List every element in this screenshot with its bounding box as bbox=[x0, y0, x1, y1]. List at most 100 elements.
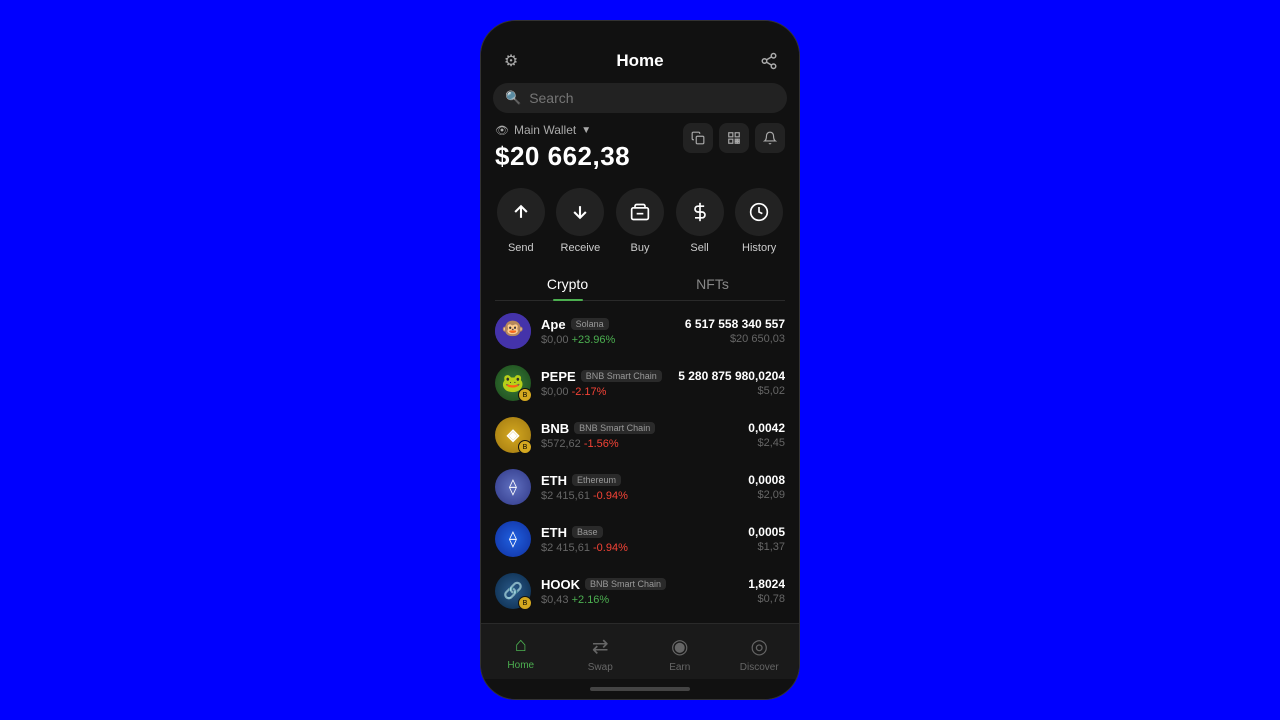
token-icon-pepe: 🐸 B bbox=[495, 365, 531, 401]
search-input[interactable] bbox=[529, 90, 775, 106]
token-list: 🐵 Ape Solana $0,00 +23.96% 6 517 558 340… bbox=[481, 301, 799, 623]
connect-icon[interactable] bbox=[755, 47, 783, 75]
list-item[interactable]: ◈ B BNB BNB Smart Chain $572,62 -1.56% 0… bbox=[481, 409, 799, 461]
dropdown-icon[interactable]: ▼ bbox=[581, 125, 591, 136]
token-icon-eth: ⟠ bbox=[495, 469, 531, 505]
token-icon-eth-base: ⟠ bbox=[495, 521, 531, 557]
token-value: $2,09 bbox=[748, 489, 785, 501]
token-name: PEPE bbox=[541, 369, 576, 384]
token-chain: Solana bbox=[571, 318, 609, 330]
earn-icon: ◉ bbox=[671, 634, 688, 659]
token-icon-ape: 🐵 bbox=[495, 313, 531, 349]
list-item[interactable]: ⟠ ETH Ethereum $2 415,61 -0.94% 0,0008 $… bbox=[481, 461, 799, 513]
buy-label: Buy bbox=[631, 242, 650, 254]
token-balance: 1,8024 bbox=[748, 577, 785, 591]
token-chain: BNB Smart Chain bbox=[581, 370, 662, 382]
eye-icon: 👁 bbox=[495, 124, 509, 137]
token-price: $572,62 -1.56% bbox=[541, 438, 738, 450]
wallet-amount: $20 662,38 bbox=[495, 141, 630, 172]
token-price: $0,00 -2.17% bbox=[541, 386, 668, 398]
sell-label: Sell bbox=[690, 242, 708, 254]
token-balance: 6 517 558 340 557 bbox=[685, 317, 785, 331]
list-item[interactable]: ⟠ ETH Base $2 415,61 -0.94% 0,0005 $1,37 bbox=[481, 513, 799, 565]
search-bar[interactable]: 🔍 bbox=[493, 83, 787, 113]
list-item[interactable]: 🐸 B PEPE BNB Smart Chain $0,00 -2.17% 5 … bbox=[481, 357, 799, 409]
token-info-hook: HOOK BNB Smart Chain $0,43 +2.16% bbox=[541, 577, 738, 606]
token-price: $2 415,61 -0.94% bbox=[541, 490, 738, 502]
token-amounts-ape: 6 517 558 340 557 $20 650,03 bbox=[685, 317, 785, 345]
header: ⚙ Home bbox=[481, 41, 799, 83]
token-price: $0,43 +2.16% bbox=[541, 594, 738, 606]
swap-icon: ⇄ bbox=[592, 634, 609, 659]
token-value: $2,45 bbox=[748, 437, 785, 449]
home-icon: ⌂ bbox=[515, 634, 527, 657]
asset-tabs: Crypto NFTs bbox=[495, 268, 785, 301]
nav-earn[interactable]: ◉ Earn bbox=[640, 632, 720, 675]
tab-nfts[interactable]: NFTs bbox=[640, 268, 785, 300]
nav-swap-label: Swap bbox=[588, 662, 613, 673]
list-item[interactable]: 🐵 Ape Solana $0,00 +23.96% 6 517 558 340… bbox=[481, 305, 799, 357]
token-info-eth-base: ETH Base $2 415,61 -0.94% bbox=[541, 525, 738, 554]
token-value: $20 650,03 bbox=[685, 333, 785, 345]
wallet-label: 👁 Main Wallet ▼ bbox=[495, 123, 630, 137]
buy-button[interactable]: Buy bbox=[616, 188, 664, 254]
send-button[interactable]: Send bbox=[497, 188, 545, 254]
nav-discover-label: Discover bbox=[740, 662, 779, 673]
nav-home-label: Home bbox=[507, 660, 534, 671]
nav-earn-label: Earn bbox=[669, 662, 690, 673]
token-info-eth: ETH Ethereum $2 415,61 -0.94% bbox=[541, 473, 738, 502]
token-name: BNB bbox=[541, 421, 569, 436]
home-indicator bbox=[481, 679, 799, 699]
token-price: $0,00 +23.96% bbox=[541, 334, 675, 346]
notification-button[interactable] bbox=[755, 123, 785, 153]
list-item[interactable]: 🔗 B HOOK BNB Smart Chain $0,43 +2.16% 1,… bbox=[481, 565, 799, 617]
nav-discover[interactable]: ◎ Discover bbox=[720, 632, 800, 675]
wallet-left: 👁 Main Wallet ▼ $20 662,38 bbox=[495, 123, 630, 172]
token-balance: 0,0005 bbox=[748, 525, 785, 539]
tab-crypto[interactable]: Crypto bbox=[495, 268, 640, 300]
token-balance: 0,0042 bbox=[748, 421, 785, 435]
token-icon-hook: 🔗 B bbox=[495, 573, 531, 609]
token-name: HOOK bbox=[541, 577, 580, 592]
chain-badge: B bbox=[518, 388, 532, 402]
settings-icon[interactable]: ⚙ bbox=[497, 47, 525, 75]
bottom-nav: ⌂ Home ⇄ Swap ◉ Earn ◎ Discover bbox=[481, 623, 799, 679]
copy-button[interactable] bbox=[683, 123, 713, 153]
phone-container: ⚙ Home 🔍 👁 Main Wallet ▼ $20 662,38 bbox=[480, 20, 800, 700]
token-info-bnb: BNB BNB Smart Chain $572,62 -1.56% bbox=[541, 421, 738, 450]
token-chain: Ethereum bbox=[572, 474, 621, 486]
token-name: ETH bbox=[541, 525, 567, 540]
token-value: $1,37 bbox=[748, 541, 785, 553]
token-amounts-hook: 1,8024 $0,78 bbox=[748, 577, 785, 605]
receive-button[interactable]: Receive bbox=[556, 188, 604, 254]
history-label: History bbox=[742, 242, 776, 254]
history-button[interactable]: History bbox=[735, 188, 783, 254]
token-amounts-eth: 0,0008 $2,09 bbox=[748, 473, 785, 501]
sell-button[interactable]: Sell bbox=[676, 188, 724, 254]
wallet-actions bbox=[683, 123, 785, 153]
chain-badge: B bbox=[518, 440, 532, 454]
token-balance: 0,0008 bbox=[748, 473, 785, 487]
token-amounts-eth-base: 0,0005 $1,37 bbox=[748, 525, 785, 553]
token-chain: BNB Smart Chain bbox=[585, 578, 666, 590]
nav-home[interactable]: ⌂ Home bbox=[481, 632, 561, 675]
discover-icon: ◎ bbox=[751, 634, 768, 659]
token-value: $0,78 bbox=[748, 593, 785, 605]
token-amounts-pepe: 5 280 875 980,0204 $5,02 bbox=[678, 369, 785, 397]
chain-badge: B bbox=[518, 596, 532, 610]
qr-button[interactable] bbox=[719, 123, 749, 153]
token-name: Ape bbox=[541, 317, 566, 332]
receive-label: Receive bbox=[561, 242, 601, 254]
home-indicator-bar bbox=[590, 687, 690, 691]
token-name: ETH bbox=[541, 473, 567, 488]
svg-text:🐵: 🐵 bbox=[502, 319, 524, 339]
token-info-ape: Ape Solana $0,00 +23.96% bbox=[541, 317, 675, 346]
nav-swap[interactable]: ⇄ Swap bbox=[561, 632, 641, 675]
token-info-pepe: PEPE BNB Smart Chain $0,00 -2.17% bbox=[541, 369, 668, 398]
token-balance: 5 280 875 980,0204 bbox=[678, 369, 785, 383]
token-chain: Base bbox=[572, 526, 603, 538]
quick-actions: Send Receive Buy bbox=[481, 182, 799, 268]
send-label: Send bbox=[508, 242, 534, 254]
token-chain: BNB Smart Chain bbox=[574, 422, 655, 434]
token-price: $2 415,61 -0.94% bbox=[541, 542, 738, 554]
